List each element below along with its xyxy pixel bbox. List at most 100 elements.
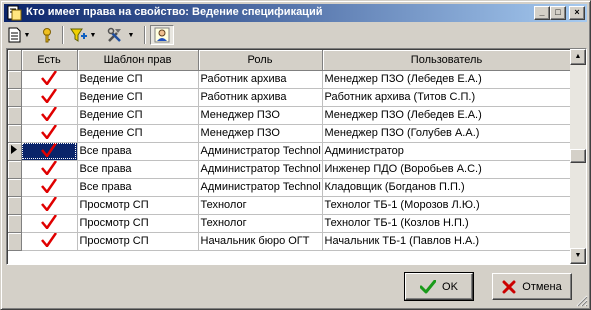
column-header-template[interactable]: Шаблон прав	[77, 50, 199, 71]
role-cell: Администратор Technol	[198, 178, 323, 197]
ok-button[interactable]: OK	[404, 272, 474, 301]
ok-label: OK	[442, 280, 458, 293]
template-cell: Ведение СП	[77, 106, 199, 125]
user-cell: Инженер ПДО (Воробьев А.С.)	[322, 160, 572, 179]
template-cell: Просмотр СП	[77, 196, 199, 215]
user-icon	[154, 27, 170, 43]
filter-menu-button[interactable]: ▼	[68, 25, 98, 45]
row-indicator[interactable]	[8, 214, 22, 233]
app-icon	[7, 5, 22, 21]
column-header-role[interactable]: Роль	[198, 50, 323, 71]
close-button[interactable]: ×	[569, 6, 585, 20]
current-row-arrow-icon	[11, 145, 18, 154]
red-check-icon	[41, 142, 58, 157]
minimize-button[interactable]: _	[534, 6, 550, 20]
red-check-icon	[41, 124, 58, 139]
has-right-cell[interactable]	[21, 124, 78, 143]
user-cell: Менеджер ПЗО (Лебедев Е.А.)	[322, 106, 572, 125]
template-cell: Ведение СП	[77, 88, 199, 107]
row-indicator[interactable]	[8, 124, 22, 143]
has-right-cell[interactable]	[21, 196, 78, 215]
has-right-cell[interactable]	[21, 142, 78, 161]
role-cell: Работник архива	[198, 70, 323, 89]
row-indicator[interactable]	[8, 70, 22, 89]
red-check-icon	[41, 106, 58, 121]
row-indicator[interactable]	[8, 106, 22, 125]
table-row[interactable]: Все права Администратор Technol Администра…	[8, 142, 572, 161]
user-cell: Технолог ТБ-1 (Козлов Н.П.)	[322, 214, 572, 233]
has-right-cell[interactable]	[21, 232, 78, 251]
template-cell: Просмотр СП	[77, 214, 199, 233]
row-indicator-header	[8, 50, 22, 71]
header-row: Есть Шаблон прав Роль Пользователь	[8, 50, 572, 71]
red-check-icon	[41, 178, 58, 193]
tools-icon	[107, 27, 121, 42]
checkmark-icon	[420, 279, 437, 293]
user-rights-button[interactable]	[150, 25, 174, 45]
scroll-thumb[interactable]	[570, 149, 586, 163]
vertical-scrollbar[interactable]: ▲ ▼	[570, 49, 586, 264]
template-cell: Все права	[77, 160, 199, 179]
key-button[interactable]	[36, 25, 58, 45]
role-cell: Менеджер ПЗО	[198, 124, 323, 143]
table-row[interactable]: Ведение СП Работник архива Работник архива…	[8, 88, 572, 107]
row-indicator[interactable]	[8, 232, 22, 251]
rights-table: Есть Шаблон прав Роль Пользователь Веден…	[8, 50, 572, 251]
chevron-down-icon: ▼	[89, 31, 97, 39]
role-cell: Администратор Technol	[198, 142, 323, 161]
user-cell: Администратор	[322, 142, 572, 161]
red-check-icon	[41, 232, 58, 247]
rights-grid[interactable]: Есть Шаблон прав Роль Пользователь Веден…	[6, 48, 587, 265]
user-cell: Начальник ТБ-1 (Павлов Н.А.)	[322, 232, 572, 251]
role-cell: Администратор Technol	[198, 160, 323, 179]
template-cell: Ведение СП	[77, 124, 199, 143]
has-right-cell[interactable]	[21, 214, 78, 233]
chevron-down-icon: ▼	[23, 31, 31, 39]
table-row[interactable]: Все права Администратор Technol Инженер ПД…	[8, 160, 572, 179]
role-cell: Работник архива	[198, 88, 323, 107]
chevron-down-icon: ▼	[127, 31, 135, 39]
template-cell: Все права	[77, 178, 199, 197]
table-row[interactable]: Просмотр СП Технолог Технолог ТБ-1 (Морозо…	[8, 196, 572, 215]
cancel-label: Отмена	[522, 280, 562, 293]
row-indicator[interactable]	[8, 178, 22, 197]
has-right-cell[interactable]	[21, 106, 78, 125]
tools-menu-button[interactable]: ▼	[102, 25, 138, 45]
has-right-cell[interactable]	[21, 88, 78, 107]
column-header-has[interactable]: Есть	[21, 50, 78, 71]
user-cell: Кладовщик (Богданов П.П.)	[322, 178, 572, 197]
red-check-icon	[41, 70, 58, 85]
resize-grip-icon[interactable]	[576, 295, 588, 307]
red-check-icon	[41, 214, 58, 229]
toolbar-separator	[62, 26, 64, 44]
column-header-user[interactable]: Пользователь	[322, 50, 572, 71]
row-indicator[interactable]	[8, 196, 22, 215]
key-icon	[43, 28, 51, 43]
row-indicator[interactable]	[8, 160, 22, 179]
row-indicator[interactable]	[8, 88, 22, 107]
template-cell: Ведение СП	[77, 70, 199, 89]
scroll-down-button[interactable]: ▼	[570, 248, 586, 264]
cancel-button[interactable]: Отмена	[492, 273, 572, 300]
red-check-icon	[41, 160, 58, 175]
table-row[interactable]: Ведение СП Менеджер ПЗО Менеджер ПЗО (Лебе…	[8, 106, 572, 125]
document-menu-button[interactable]: ▼	[6, 25, 32, 45]
table-row[interactable]: Все права Администратор Technol Кладовщик …	[8, 178, 572, 197]
scroll-up-button[interactable]: ▲	[570, 49, 586, 65]
has-right-cell[interactable]	[21, 160, 78, 179]
title-bar[interactable]: Кто имеет права на свойство: Ведение спе…	[4, 4, 587, 22]
row-indicator[interactable]	[8, 142, 22, 161]
dialog-window: Кто имеет права на свойство: Ведение спе…	[0, 0, 591, 310]
table-row[interactable]: Просмотр СП Технолог Технолог ТБ-1 (Козлов…	[8, 214, 572, 233]
maximize-button[interactable]: □	[550, 6, 566, 20]
user-cell: Технолог ТБ-1 (Морозов Л.Ю.)	[322, 196, 572, 215]
has-right-cell[interactable]	[21, 70, 78, 89]
cancel-x-icon	[502, 280, 516, 293]
user-cell: Менеджер ПЗО (Голубев А.А.)	[322, 124, 572, 143]
has-right-cell[interactable]	[21, 178, 78, 197]
table-row[interactable]: Просмотр СП Начальник бюро ОГТ Начальник Т…	[8, 232, 572, 251]
table-row[interactable]: Ведение СП Менеджер ПЗО Менеджер ПЗО (Голу…	[8, 124, 572, 143]
window-title: Кто имеет права на свойство: Ведение спе…	[26, 6, 323, 18]
role-cell: Технолог	[198, 214, 323, 233]
table-row[interactable]: Ведение СП Работник архива Менеджер ПЗО (Л…	[8, 70, 572, 89]
